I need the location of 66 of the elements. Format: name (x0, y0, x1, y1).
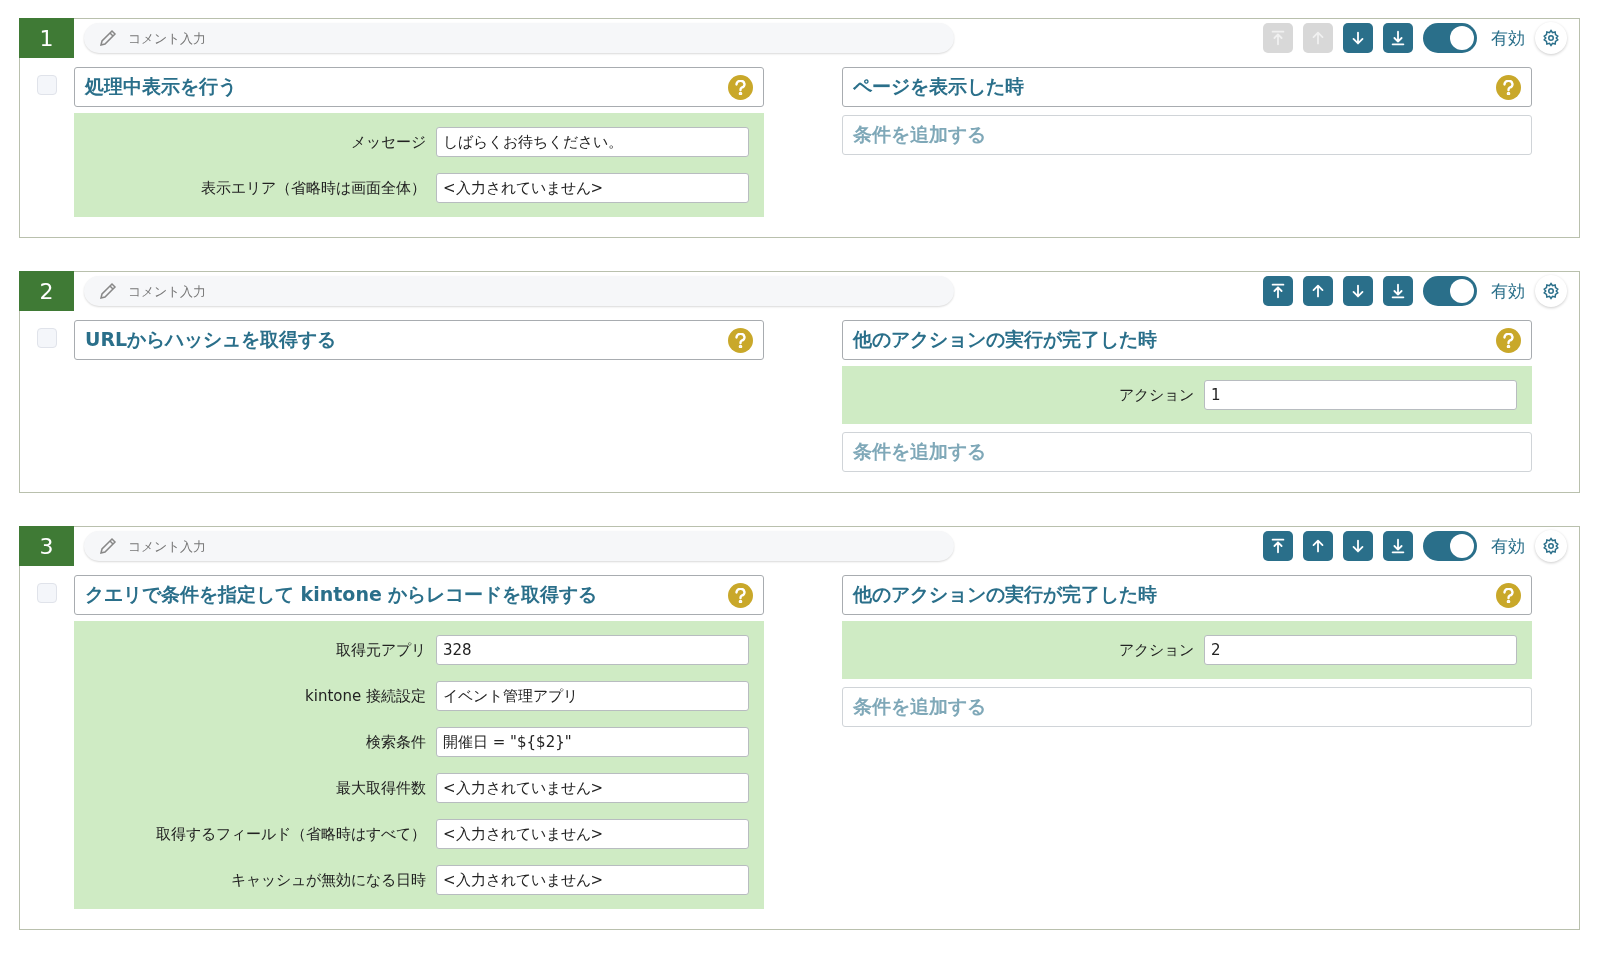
move-button[interactable] (1383, 531, 1413, 561)
parameter-label: 検索条件 (366, 732, 426, 752)
pencil-icon (98, 536, 118, 556)
parameter-input[interactable]: <入力されていません> (436, 773, 749, 803)
settings-icon (1542, 29, 1560, 47)
parameter-label: キャッシュが無効になる日時 (231, 870, 426, 890)
parameter-input[interactable]: 328 (436, 635, 749, 665)
trigger-title: 他のアクションの実行が完了した時 (853, 582, 1157, 607)
trigger-title: 他のアクションの実行が完了した時 (853, 327, 1157, 352)
enable-toggle[interactable] (1423, 276, 1477, 306)
parameter-label: 表示エリア（省略時は画面全体） (201, 178, 426, 198)
arrow-to-bottom-icon (1389, 536, 1407, 556)
parameter-input[interactable]: 開催日 = "${$2}" (436, 727, 749, 757)
comment-field[interactable]: コメント入力 (84, 276, 954, 306)
parameter-label: メッセージ (351, 132, 426, 152)
parameter-input[interactable]: <入力されていません> (436, 173, 749, 203)
move-button[interactable] (1263, 276, 1293, 306)
settings-icon (1542, 537, 1560, 555)
enable-toggle[interactable] (1423, 531, 1477, 561)
parameter-label: 取得するフィールド（省略時はすべて） (156, 824, 426, 844)
arrow-to-top-icon (1269, 281, 1287, 301)
move-button[interactable] (1383, 276, 1413, 306)
enabled-label: 有効 (1491, 26, 1525, 50)
settings-button[interactable] (1535, 22, 1567, 54)
move-button[interactable] (1343, 531, 1373, 561)
arrow-to-bottom-icon (1389, 28, 1407, 48)
move-button[interactable] (1343, 23, 1373, 53)
select-checkbox[interactable] (37, 583, 57, 603)
trigger-title: ページを表示した時 (853, 74, 1024, 99)
arrow-to-top-icon (1269, 28, 1287, 48)
pencil-icon (98, 281, 118, 301)
pencil-icon (98, 28, 118, 48)
enabled-label: 有効 (1491, 279, 1525, 303)
parameter-input[interactable]: 2 (1204, 635, 1517, 665)
parameter-label: kintone 接続設定 (305, 686, 426, 706)
parameter-input[interactable]: イベント管理アプリ (436, 681, 749, 711)
move-button[interactable] (1303, 276, 1333, 306)
rule-number: 3 (19, 526, 74, 566)
move-button[interactable] (1343, 276, 1373, 306)
parameter-label: 最大取得件数 (336, 778, 426, 798)
select-checkbox[interactable] (37, 328, 57, 348)
parameter-input[interactable]: <入力されていません> (436, 865, 749, 895)
arrow-to-top-icon (1269, 536, 1287, 556)
parameter-label: アクション (1119, 640, 1194, 660)
rule-number: 2 (19, 271, 74, 311)
move-button[interactable] (1263, 531, 1293, 561)
move-button[interactable] (1303, 531, 1333, 561)
move-button[interactable] (1383, 23, 1413, 53)
arrow-to-bottom-icon (1389, 281, 1407, 301)
comment-field[interactable]: コメント入力 (84, 531, 954, 561)
parameter-input[interactable]: 1 (1204, 380, 1517, 410)
parameter-input[interactable]: <入力されていません> (436, 819, 749, 849)
select-checkbox[interactable] (37, 75, 57, 95)
parameter-label: 取得元アプリ (336, 640, 426, 660)
comment-field[interactable]: コメント入力 (84, 23, 954, 53)
settings-icon (1542, 282, 1560, 300)
parameter-input[interactable]: しばらくお待ちください。 (436, 127, 749, 157)
enabled-label: 有効 (1491, 534, 1525, 558)
action-title: 処理中表示を行う (85, 74, 237, 99)
rule-number: 1 (19, 18, 74, 58)
action-title: クエリで条件を指定して kintone からレコードを取得する (85, 582, 598, 607)
settings-button[interactable] (1535, 530, 1567, 562)
settings-button[interactable] (1535, 275, 1567, 307)
parameter-label: アクション (1119, 385, 1194, 405)
action-title: URLからハッシュを取得する (85, 327, 337, 352)
enable-toggle[interactable] (1423, 23, 1477, 53)
